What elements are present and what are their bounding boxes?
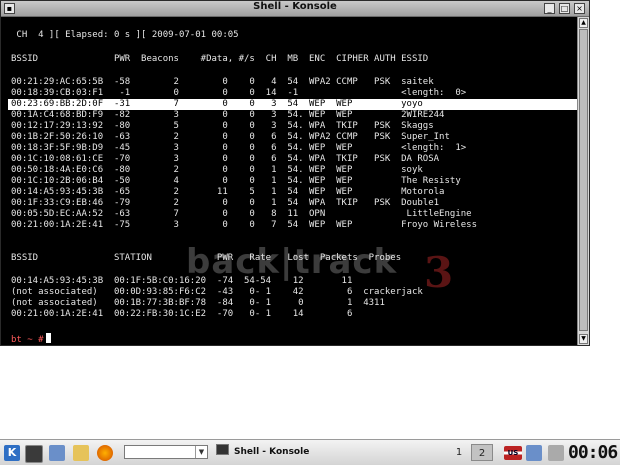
task-shell-konsole[interactable]: Shell - Konsole xyxy=(216,444,436,461)
locale-flag-icon[interactable]: US xyxy=(504,446,522,460)
maximize-icon[interactable]: □ xyxy=(559,3,570,14)
wallpaper-number: 3 xyxy=(424,248,454,297)
clock[interactable]: 00:06 xyxy=(568,442,618,464)
terminal-area[interactable]: back|track 3 CH 4 ][ Elapsed: 0 s ][ 200… xyxy=(1,17,577,345)
ap-table-header: BSSID PWR Beacons #Data, #/s CH MB ENC C… xyxy=(11,54,429,64)
station-row: (not associated) 00:0D:93:85:F6:C2 -43 0… xyxy=(11,287,423,297)
title-bar[interactable]: ▪ Shell - Konsole _ □ × xyxy=(1,1,589,17)
ap-row: 00:21:29:AC:65:5B -58 2 0 0 4 54 WPA2 CC… xyxy=(11,77,434,87)
ap-row: 00:1C:10:2B:06:B4 -50 4 0 0 1 54. WEP WE… xyxy=(11,176,461,186)
scrollbar-thumb[interactable] xyxy=(579,29,588,331)
file-manager-icon[interactable] xyxy=(73,445,89,461)
ap-row: 00:12:17:29:13:92 -80 5 0 0 3 54. WPA TK… xyxy=(11,121,434,131)
terminal-launcher-icon[interactable] xyxy=(25,445,43,463)
ap-row: 00:21:00:1A:2E:41 -75 3 0 0 7 54 WEP WEP… xyxy=(11,220,477,230)
status-line: CH 4 ][ Elapsed: 0 s ][ 2009-07-01 00:05 xyxy=(11,30,239,40)
ap-row: 00:50:18:4A:E0:C6 -80 2 0 0 1 54. WEP WE… xyxy=(11,165,423,175)
konsole-icon xyxy=(216,444,229,455)
ap-row: 00:1C:10:08:61:CE -70 3 0 0 6 54. WPA TK… xyxy=(11,154,440,164)
volume-icon[interactable] xyxy=(548,445,564,461)
taskbar: K ▼ Shell - Konsole 1 2 US 00:06 xyxy=(0,439,620,465)
station-table-header: BSSID STATION PWR Rate Lost Packets Prob… xyxy=(11,253,402,263)
station-row: 00:21:00:1A:2E:41 00:22:FB:30:1C:E2 -70 … xyxy=(11,309,353,319)
desktop-2[interactable]: 2 xyxy=(471,444,493,461)
text-cursor xyxy=(45,333,51,343)
ap-row: 00:1A:C4:68:BD:F9 -82 3 0 0 3 54. WEP WE… xyxy=(11,110,445,120)
ap-row: 00:18:3F:5F:9B:D9 -45 3 0 0 6 54. WEP WE… xyxy=(11,143,467,153)
ap-row: 00:14:A5:93:45:3B -65 2 11 5 1 54 WEP WE… xyxy=(11,187,445,197)
chevron-down-icon[interactable]: ▼ xyxy=(195,446,207,458)
prompt-text: bt ~ # xyxy=(11,335,44,345)
station-row: (not associated) 00:1B:77:3B:BF:78 -84 0… xyxy=(11,298,385,308)
ap-row: 00:1F:33:C9:EB:46 -79 2 0 0 1 54 WPA TKI… xyxy=(11,198,440,208)
locale-label: US xyxy=(507,449,519,457)
station-row: 00:14:A5:93:45:3B 00:1F:5B:C0:16:20 -74 … xyxy=(11,276,353,286)
task-label: Shell - Konsole xyxy=(234,447,310,457)
tray-icon[interactable] xyxy=(526,445,542,461)
network-icon[interactable] xyxy=(49,445,65,461)
ap-row: 00:1B:2F:50:26:10 -63 2 0 0 6 54. WPA2 C… xyxy=(11,132,450,142)
shell-prompt[interactable]: bt ~ # xyxy=(11,333,51,345)
ap-row-selected[interactable]: 00:23:69:BB:2D:0F -31 7 0 0 3 54 WEP WEP… xyxy=(8,99,577,110)
minimize-icon[interactable]: _ xyxy=(544,3,555,14)
window-title: Shell - Konsole xyxy=(253,1,337,12)
scroll-down-icon[interactable]: ▼ xyxy=(579,334,588,344)
command-combo[interactable]: ▼ xyxy=(124,445,208,459)
firefox-icon[interactable] xyxy=(97,445,113,461)
kde-menu-icon[interactable]: K xyxy=(4,445,20,461)
ap-row: 00:05:5D:EC:AA:52 -63 7 0 0 8 11 OPN Lit… xyxy=(11,209,472,219)
ap-row: 00:18:39:CB:03:F1 -1 0 0 0 14 -1 <length… xyxy=(11,88,467,98)
close-icon[interactable]: × xyxy=(574,3,585,14)
scroll-up-icon[interactable]: ▲ xyxy=(579,18,588,28)
konsole-window: ▪ Shell - Konsole _ □ × back|track 3 CH … xyxy=(0,0,590,346)
terminal-scrollbar[interactable]: ▲ ▼ xyxy=(577,17,589,345)
desktop-1[interactable]: 1 xyxy=(448,444,470,461)
